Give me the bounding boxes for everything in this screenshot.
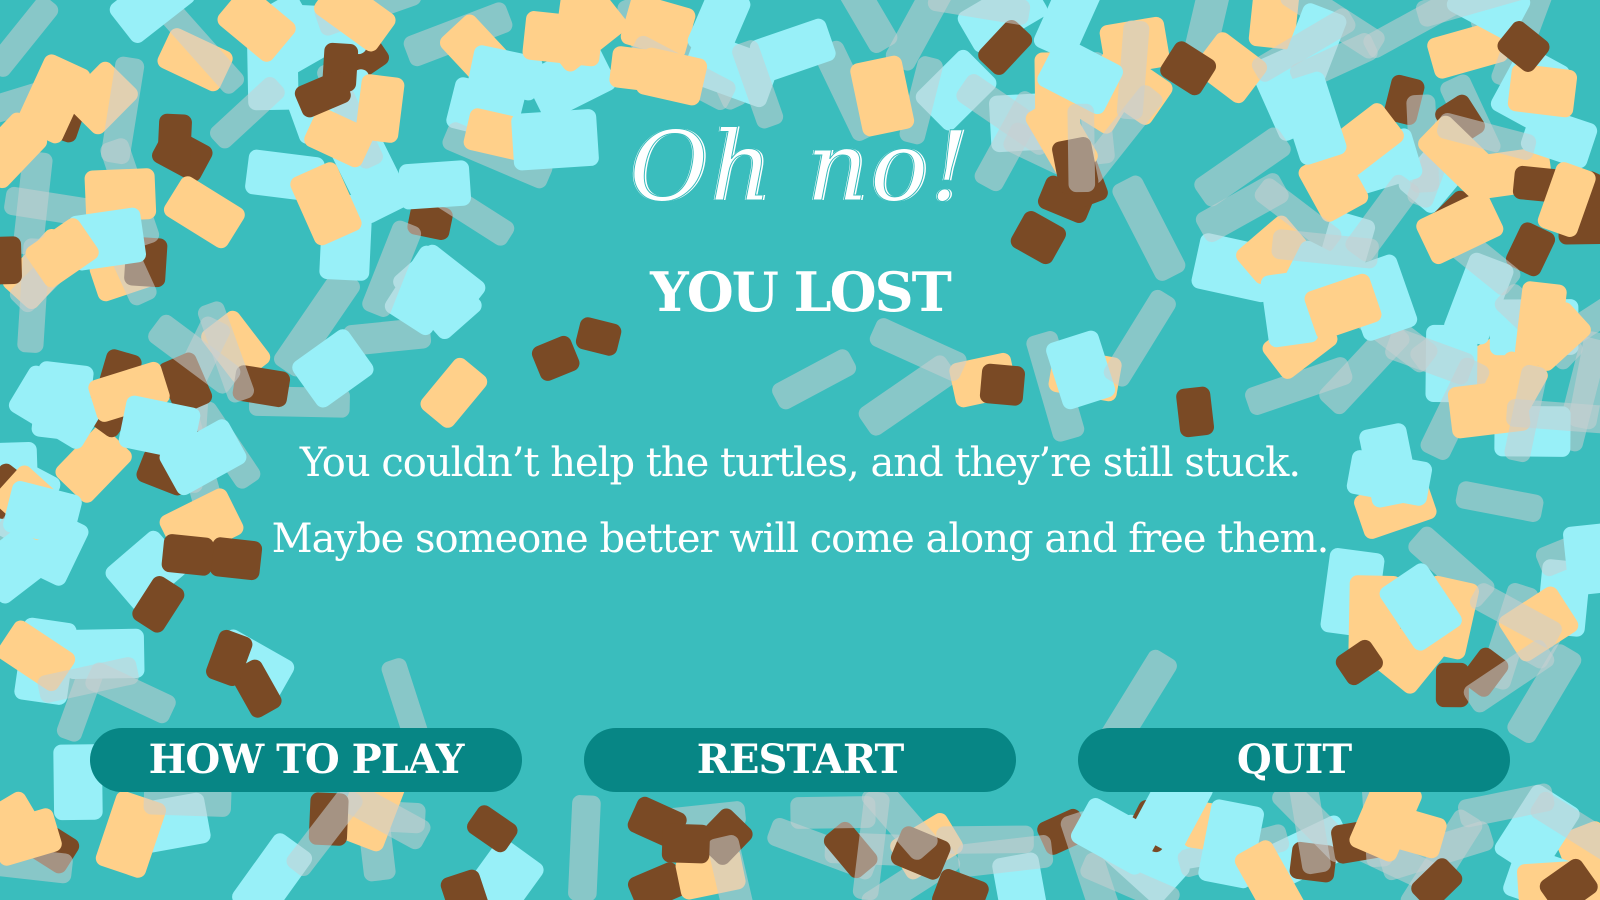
confetti-piece (609, 46, 674, 94)
confetti-piece (522, 11, 603, 67)
confetti-piece (568, 795, 601, 900)
confetti-piece (1176, 386, 1215, 438)
confetti-piece (1507, 63, 1578, 118)
game-over-screen: Oh no! YOU LOST You couldn’t help the tu… (0, 0, 1600, 900)
message-line-1: You couldn’t help the turtles, and they’… (299, 440, 1301, 486)
quit-button[interactable]: QUIT (1078, 728, 1510, 792)
confetti-piece (420, 357, 488, 428)
confetti-piece (1455, 481, 1544, 522)
how-to-play-button[interactable]: HOW TO PLAY (90, 728, 522, 792)
confetti-piece (979, 363, 1025, 406)
confetti-piece (531, 335, 580, 381)
confetti-piece (661, 823, 711, 864)
subheading-you-lost: YOU LOST (650, 260, 952, 324)
restart-button[interactable]: RESTART (584, 728, 1016, 792)
heading-oh-no: Oh no! (629, 111, 971, 223)
confetti-piece (1435, 662, 1469, 708)
confetti-piece (772, 349, 857, 410)
message-line-2: Maybe someone better will come along and… (271, 516, 1330, 562)
